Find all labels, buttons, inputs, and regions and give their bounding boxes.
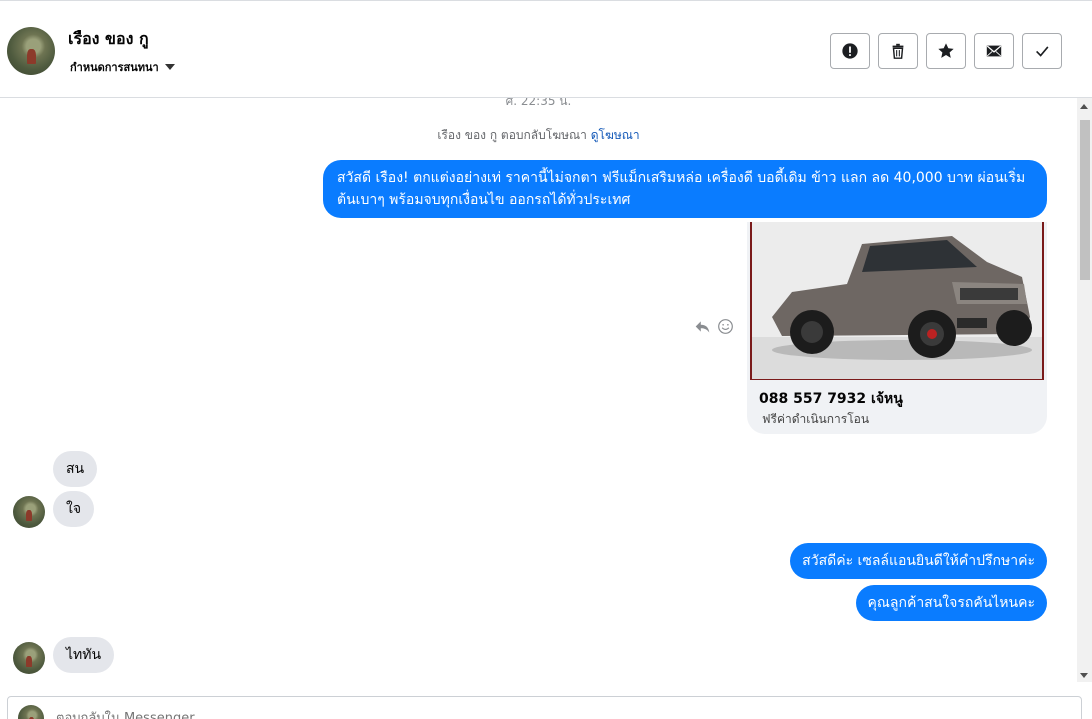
emoji-icon[interactable] bbox=[717, 318, 734, 335]
ad-card-title: 088 557 7932 เจ้หนู bbox=[759, 391, 903, 407]
contact-avatar[interactable] bbox=[7, 27, 55, 75]
star-icon bbox=[938, 43, 954, 58]
contact-avatar-small[interactable] bbox=[13, 496, 45, 528]
scroll-down-arrow-icon[interactable] bbox=[1080, 673, 1088, 678]
contact-name[interactable]: เรือง ของ กู bbox=[68, 27, 149, 52]
check-icon bbox=[1036, 46, 1049, 57]
pickup-truck-photo bbox=[750, 222, 1044, 380]
message-composer bbox=[7, 696, 1082, 719]
thread-scrollbar[interactable] bbox=[1077, 98, 1092, 682]
contact-avatar-small[interactable] bbox=[13, 642, 45, 674]
conversation-header: เรือง ของ กู กำหนดการสนทนา bbox=[0, 0, 1092, 98]
mark-unread-button[interactable] bbox=[974, 33, 1014, 69]
scrollbar-thumb[interactable] bbox=[1080, 120, 1090, 280]
star-button[interactable] bbox=[926, 33, 966, 69]
header-actions bbox=[830, 33, 1062, 69]
envelope-icon bbox=[986, 45, 1002, 57]
message-timestamp: ศ. 22:35 น. bbox=[505, 98, 572, 108]
incoming-message: ใจ bbox=[53, 491, 95, 527]
message-thread[interactable]: ศ. 22:35 น. เรือง ของ กู ตอบกลับโฆษณา ดู… bbox=[0, 98, 1077, 682]
conversation-status-label: กำหนดการสนทนา bbox=[70, 61, 159, 74]
ad-reply-text: เรือง ของ กู ตอบกลับโฆษณา bbox=[437, 128, 587, 142]
view-ad-link[interactable]: ดูโฆษณา bbox=[591, 128, 640, 142]
reply-input[interactable] bbox=[56, 707, 956, 719]
ad-reply-notice: เรือง ของ กู ตอบกลับโฆษณา ดูโฆษณา bbox=[0, 126, 1077, 145]
ad-card[interactable]: 088 557 7932 เจ้หนู ฟรีค่าดำเนินการโอน bbox=[747, 222, 1047, 434]
delete-button[interactable] bbox=[878, 33, 918, 69]
outgoing-message: คุณลูกค้าสนใจรถคันไหนคะ bbox=[855, 585, 1047, 621]
mark-done-button[interactable] bbox=[1022, 33, 1062, 69]
ad-card-subtitle: ฟรีค่าดำเนินการโอน bbox=[762, 412, 870, 426]
messenger-conversation: เรือง ของ กู กำหนดการสนทนา ศ. 22:35 น. เ… bbox=[0, 0, 1092, 719]
pickup-truck-icon bbox=[752, 222, 1042, 379]
incoming-message: สน bbox=[53, 451, 98, 487]
incoming-message: ไททัน bbox=[53, 637, 115, 673]
outgoing-ad-message: สวัสดี เรือง! ตกแต่งอย่างเท่ ราคานี้ไม่จ… bbox=[323, 160, 1047, 218]
page-avatar bbox=[18, 705, 44, 719]
message-tools bbox=[694, 318, 734, 335]
conversation-status-dropdown[interactable]: กำหนดการสนทนา bbox=[70, 58, 175, 76]
caret-down-icon bbox=[164, 64, 175, 70]
report-button[interactable] bbox=[830, 33, 870, 69]
trash-icon bbox=[892, 43, 904, 59]
scroll-up-arrow-icon[interactable] bbox=[1080, 104, 1088, 109]
reply-icon[interactable] bbox=[694, 318, 711, 335]
outgoing-message: สวัสดีค่ะ เซลล์แอนยินดีให้คำปรึกษาค่ะ bbox=[790, 543, 1047, 579]
exclamation-icon bbox=[842, 43, 858, 59]
